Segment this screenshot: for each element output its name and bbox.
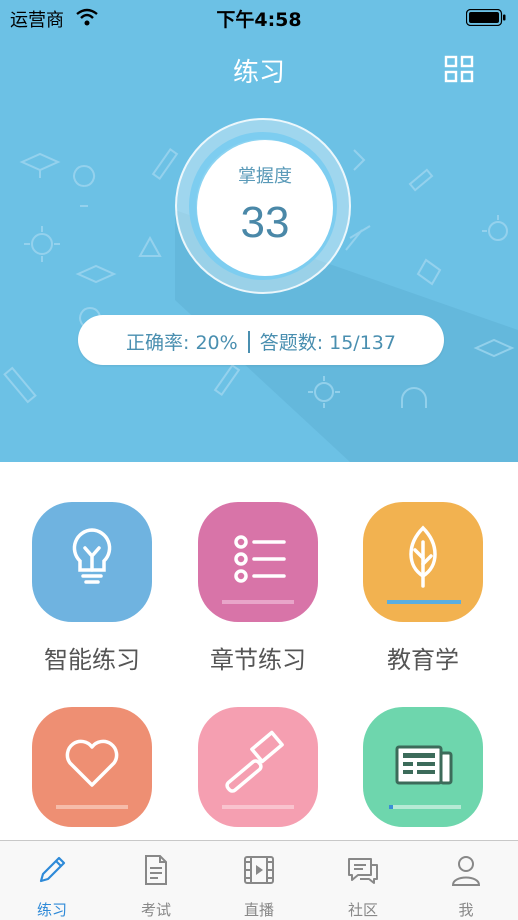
- newspaper-icon: [389, 745, 461, 809]
- leaf-icon: [387, 525, 461, 604]
- tab-label-me: 我: [458, 901, 474, 919]
- mastery-label: 掌握度: [238, 166, 292, 187]
- film-icon: [244, 856, 274, 884]
- grid-menu-button[interactable]: [444, 55, 474, 83]
- page-title: 练习: [232, 58, 285, 88]
- stats-divider: [247, 331, 250, 353]
- tab-label-practice: 练习: [36, 901, 67, 919]
- tab-community[interactable]: 社区: [311, 841, 415, 920]
- tab-practice[interactable]: 练习: [0, 841, 104, 920]
- mastery-value: 33: [240, 198, 290, 247]
- module-tile-pedagogy[interactable]: [363, 502, 483, 622]
- mastery-face: 掌握度 33: [197, 140, 333, 276]
- mastery-dial: 掌握度 33: [175, 118, 351, 294]
- battery-icon: [466, 9, 506, 26]
- list-icon: [222, 535, 294, 604]
- answered-stat: 答题数: 15/137: [259, 332, 396, 354]
- heart-icon: [56, 739, 128, 809]
- tab-label-community: 社区: [347, 901, 378, 919]
- module-label-pedagogy: 教育学: [387, 646, 459, 674]
- tab-label-live: 直播: [243, 901, 274, 919]
- lightbulb-icon: [72, 528, 112, 584]
- pencil-icon: [39, 856, 66, 883]
- module-tile-law[interactable]: [198, 707, 318, 827]
- status-bar: 运营商 下午4:58: [0, 0, 518, 34]
- chat-icon: [348, 858, 378, 884]
- clock: 下午4:58: [216, 9, 302, 31]
- module-tile-smart-practice[interactable]: [32, 502, 152, 622]
- tab-label-exam: 考试: [140, 901, 171, 919]
- module-tile-news[interactable]: [363, 707, 483, 827]
- module-tile-chapter-practice[interactable]: [198, 502, 318, 622]
- module-tile-heart[interactable]: [32, 707, 152, 827]
- document-icon: [145, 855, 167, 885]
- gavel-icon: [222, 730, 294, 809]
- module-label-smart-practice: 智能练习: [44, 646, 140, 674]
- practice-header: 运营商 下午4:58 练习 掌握度 33 正确率: 20% 答题数: 15/137: [0, 0, 518, 462]
- module-label-chapter-practice: 章节练习: [210, 646, 306, 674]
- stats-pill: 正确率: 20% 答题数: 15/137: [78, 315, 444, 365]
- tab-live[interactable]: 直播: [207, 841, 311, 920]
- accuracy-stat: 正确率: 20%: [126, 332, 238, 354]
- person-icon: [451, 856, 481, 886]
- tab-me[interactable]: 我: [414, 841, 518, 920]
- tab-bar: 练习 考试 直播 社区 我: [0, 840, 518, 920]
- tab-exam[interactable]: 考试: [104, 841, 208, 920]
